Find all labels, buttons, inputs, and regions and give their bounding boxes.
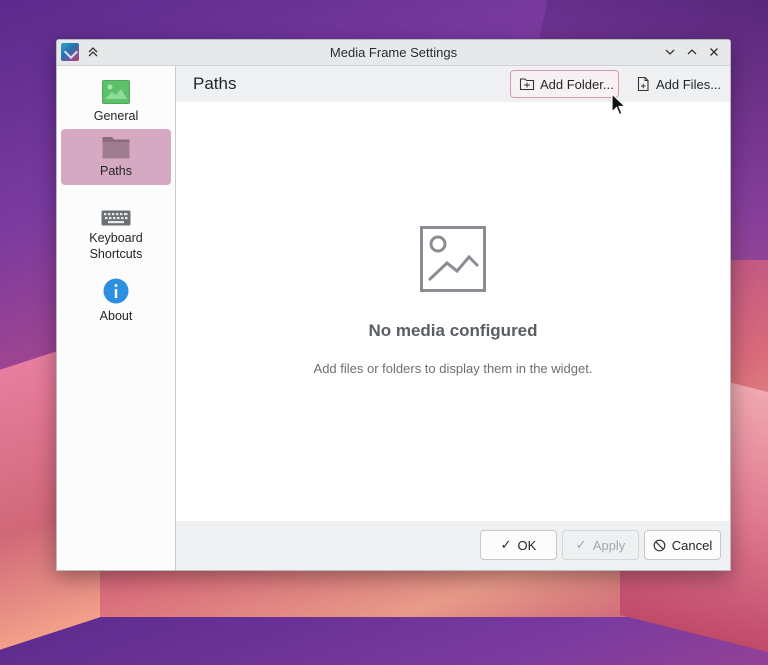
sidebar-item-paths[interactable]: Paths <box>61 129 171 185</box>
window-title: Media Frame Settings <box>329 45 458 60</box>
empty-state-title: No media configured <box>368 321 538 340</box>
page-header: Paths Add Folder... Add Files... <box>176 66 730 102</box>
folder-add-icon <box>519 78 535 91</box>
apply-button[interactable]: ✓ Apply <box>562 530 639 560</box>
settings-window: Media Frame Settings General Paths Keybo… <box>56 39 731 571</box>
add-files-button[interactable]: Add Files... <box>627 70 727 98</box>
close-icon <box>710 48 718 56</box>
cancel-label: Cancel <box>671 537 713 553</box>
minimize-button[interactable] <box>661 43 679 61</box>
image-placeholder-icon <box>420 226 486 297</box>
apply-label: Apply <box>592 537 626 553</box>
image-icon <box>102 80 130 104</box>
folder-icon <box>102 137 130 159</box>
cancel-button[interactable]: Cancel <box>644 530 721 560</box>
info-icon <box>103 278 129 304</box>
maximize-button[interactable] <box>683 43 701 61</box>
ok-label: OK <box>517 537 537 553</box>
main-panel: Paths Add Folder... Add Files... No medi… <box>176 66 730 570</box>
sidebar-item-keyboard-shortcuts[interactable]: Keyboard Shortcuts <box>61 196 171 266</box>
file-add-icon <box>637 76 649 92</box>
checkmark-icon: ✓ <box>500 537 512 552</box>
chevron-down-icon <box>665 49 675 55</box>
sidebar-item-label: General <box>93 109 139 123</box>
checkmark-icon: ✓ <box>575 537 587 552</box>
sidebar-item-label: About <box>99 309 133 323</box>
add-files-label: Add Files... <box>656 76 722 92</box>
sidebar-item-label-line2: Shortcuts <box>89 247 143 261</box>
sidebar-item-label-line1: Keyboard <box>89 231 143 245</box>
sidebar-item-label: Paths <box>100 164 132 178</box>
page-title: Paths <box>193 74 237 93</box>
mouse-cursor-icon <box>611 92 627 122</box>
keyboard-icon <box>101 210 131 226</box>
empty-state-subtitle: Add files or folders to display them in … <box>313 361 593 376</box>
sidebar-item-about[interactable]: About <box>61 274 171 330</box>
sidebar-item-general[interactable]: General <box>61 74 171 130</box>
chevron-up-icon <box>687 49 697 55</box>
add-folder-button[interactable]: Add Folder... <box>510 70 619 98</box>
cancel-icon <box>653 539 666 551</box>
title-bar: Media Frame Settings <box>57 40 730 66</box>
close-button[interactable] <box>705 43 723 61</box>
add-folder-label: Add Folder... <box>540 76 614 92</box>
sidebar: General Paths Keyboard Shortcuts About <box>57 66 176 570</box>
ok-button[interactable]: ✓ OK <box>480 530 557 560</box>
dialog-button-bar: ✓ OK ✓ Apply Cancel <box>176 521 730 570</box>
